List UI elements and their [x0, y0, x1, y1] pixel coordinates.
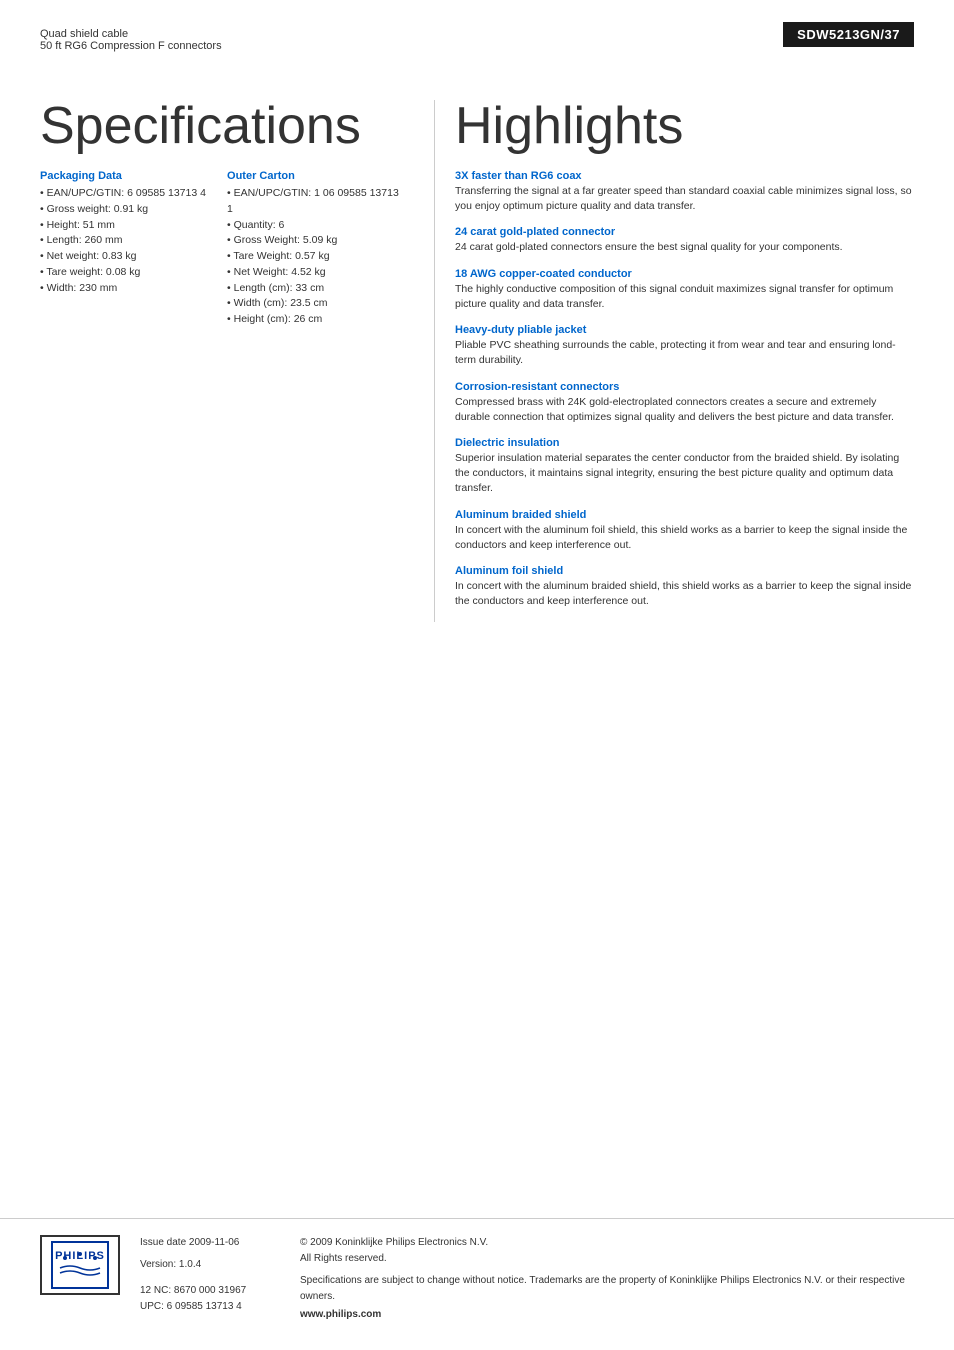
highlight-item-text: 24 carat gold-plated connectors ensure t…: [455, 240, 914, 255]
highlight-item-title: Aluminum foil shield: [455, 565, 914, 577]
highlight-item-text: Transferring the signal at a far greater…: [455, 184, 914, 214]
packaging-data-section: Packaging Data EAN/UPC/GTIN: 6 09585 137…: [40, 170, 217, 344]
outer-carton-section: Outer Carton EAN/UPC/GTIN: 1 06 09585 13…: [227, 170, 404, 344]
list-item: Length (cm): 33 cm: [227, 281, 404, 297]
product-sub: 50 ft RG6 Compression F connectors: [40, 40, 222, 52]
specs-inner: Packaging Data EAN/UPC/GTIN: 6 09585 137…: [40, 170, 404, 344]
issue-date: Issue date 2009-11-06: [140, 1235, 280, 1251]
footer-info: Issue date 2009-11-06 Version: 1.0.4 12 …: [140, 1235, 914, 1320]
highlight-item: 18 AWG copper-coated conductor The highly…: [455, 268, 914, 312]
packaging-title: Packaging Data: [40, 170, 217, 182]
upc-value: 6 09585 13713 4: [167, 1301, 242, 1312]
list-item: Net weight: 0.83 kg: [40, 249, 217, 265]
highlights-title: Highlights: [455, 100, 914, 152]
nc-value: 8670 000 31967: [174, 1285, 246, 1296]
model-number-badge: SDW5213GN/37: [783, 22, 914, 47]
packaging-section: Packaging Data EAN/UPC/GTIN: 6 09585 137…: [40, 170, 217, 296]
version-label: Version:: [140, 1259, 179, 1270]
list-item: Quantity: 6: [227, 218, 404, 234]
website-url[interactable]: www.philips.com: [300, 1309, 914, 1320]
philips-logo-svg: PHILIPS: [50, 1240, 110, 1290]
highlight-item-title: Corrosion-resistant connectors: [455, 381, 914, 393]
highlight-item-text: In concert with the aluminum foil shield…: [455, 523, 914, 553]
copyright: © 2009 Koninklijke Philips Electronics N…: [300, 1235, 914, 1251]
list-item: Gross weight: 0.91 kg: [40, 202, 217, 218]
highlight-item-title: 24 carat gold-plated connector: [455, 226, 914, 238]
nc-label: 12 NC:: [140, 1285, 174, 1296]
list-item: Width: 230 mm: [40, 281, 217, 297]
header-left: Quad shield cable 50 ft RG6 Compression …: [40, 28, 222, 52]
highlight-item-title: Aluminum braided shield: [455, 509, 914, 521]
highlight-item-title: 18 AWG copper-coated conductor: [455, 268, 914, 280]
packaging-items: EAN/UPC/GTIN: 6 09585 13713 4Gross weigh…: [40, 186, 217, 296]
highlight-item-text: Compressed brass with 24K gold-electropl…: [455, 395, 914, 425]
rights: All Rights reserved.: [300, 1251, 914, 1267]
version: Version: 1.0.4: [140, 1257, 280, 1273]
list-item: Net Weight: 4.52 kg: [227, 265, 404, 281]
highlight-item: 24 carat gold-plated connector 24 carat g…: [455, 226, 914, 255]
highlight-item-text: Superior insulation material separates t…: [455, 451, 914, 497]
highlight-item: Heavy-duty pliable jacket Pliable PVC she…: [455, 324, 914, 368]
philips-logo: PHILIPS: [40, 1235, 120, 1295]
disclaimer: Specifications are subject to change wit…: [300, 1273, 914, 1305]
issue-date-value: 2009-11-06: [189, 1237, 239, 1248]
list-item: Height: 51 mm: [40, 218, 217, 234]
highlight-item: Aluminum foil shield In concert with the …: [455, 565, 914, 609]
highlight-item-text: The highly conductive composition of thi…: [455, 282, 914, 312]
vertical-divider: [434, 100, 435, 622]
highlight-item: Corrosion-resistant connectors Compressed…: [455, 381, 914, 425]
highlights-column: Highlights 3X faster than RG6 coax Transf…: [445, 100, 914, 622]
highlights-list: 3X faster than RG6 coax Transferring the …: [455, 170, 914, 610]
footer-col3: © 2009 Koninklijke Philips Electronics N…: [300, 1235, 914, 1320]
list-item: Height (cm): 26 cm: [227, 312, 404, 328]
specs-column: Specifications Packaging Data EAN/UPC/GT…: [40, 100, 424, 622]
page: Quad shield cable 50 ft RG6 Compression …: [0, 0, 954, 1350]
list-item: Gross Weight: 5.09 kg: [227, 233, 404, 249]
issue-date-label: Issue date: [140, 1237, 189, 1248]
outer-carton: Outer Carton EAN/UPC/GTIN: 1 06 09585 13…: [227, 170, 404, 328]
footer: PHILIPS Issue date 2009-11-06 Version: 1…: [0, 1218, 954, 1320]
main-content: Specifications Packaging Data EAN/UPC/GT…: [40, 100, 914, 622]
upc-label: UPC:: [140, 1301, 167, 1312]
list-item: EAN/UPC/GTIN: 1 06 09585 13713 1: [227, 186, 404, 218]
outer-carton-items: EAN/UPC/GTIN: 1 06 09585 13713 1Quantity…: [227, 186, 404, 328]
highlight-item-title: Heavy-duty pliable jacket: [455, 324, 914, 336]
specs-title: Specifications: [40, 100, 404, 152]
footer-col1: Issue date 2009-11-06 Version: 1.0.4 12 …: [140, 1235, 280, 1320]
highlight-item: 3X faster than RG6 coax Transferring the …: [455, 170, 914, 214]
highlight-item: Aluminum braided shield In concert with t…: [455, 509, 914, 553]
list-item: Width (cm): 23.5 cm: [227, 296, 404, 312]
outer-carton-title: Outer Carton: [227, 170, 404, 182]
version-value: 1.0.4: [179, 1259, 201, 1270]
highlight-item: Dielectric insulation Superior insulation…: [455, 437, 914, 497]
highlight-item-title: Dielectric insulation: [455, 437, 914, 449]
list-item: Length: 260 mm: [40, 233, 217, 249]
list-item: Tare Weight: 0.57 kg: [227, 249, 404, 265]
highlight-item-text: Pliable PVC sheathing surrounds the cabl…: [455, 338, 914, 368]
nc-number: 12 NC: 8670 000 31967: [140, 1283, 280, 1299]
highlight-item-text: In concert with the aluminum braided shi…: [455, 579, 914, 609]
list-item: Tare weight: 0.08 kg: [40, 265, 217, 281]
product-name: Quad shield cable: [40, 28, 222, 40]
list-item: EAN/UPC/GTIN: 6 09585 13713 4: [40, 186, 217, 202]
highlight-item-title: 3X faster than RG6 coax: [455, 170, 914, 182]
upc-number: UPC: 6 09585 13713 4: [140, 1299, 280, 1315]
